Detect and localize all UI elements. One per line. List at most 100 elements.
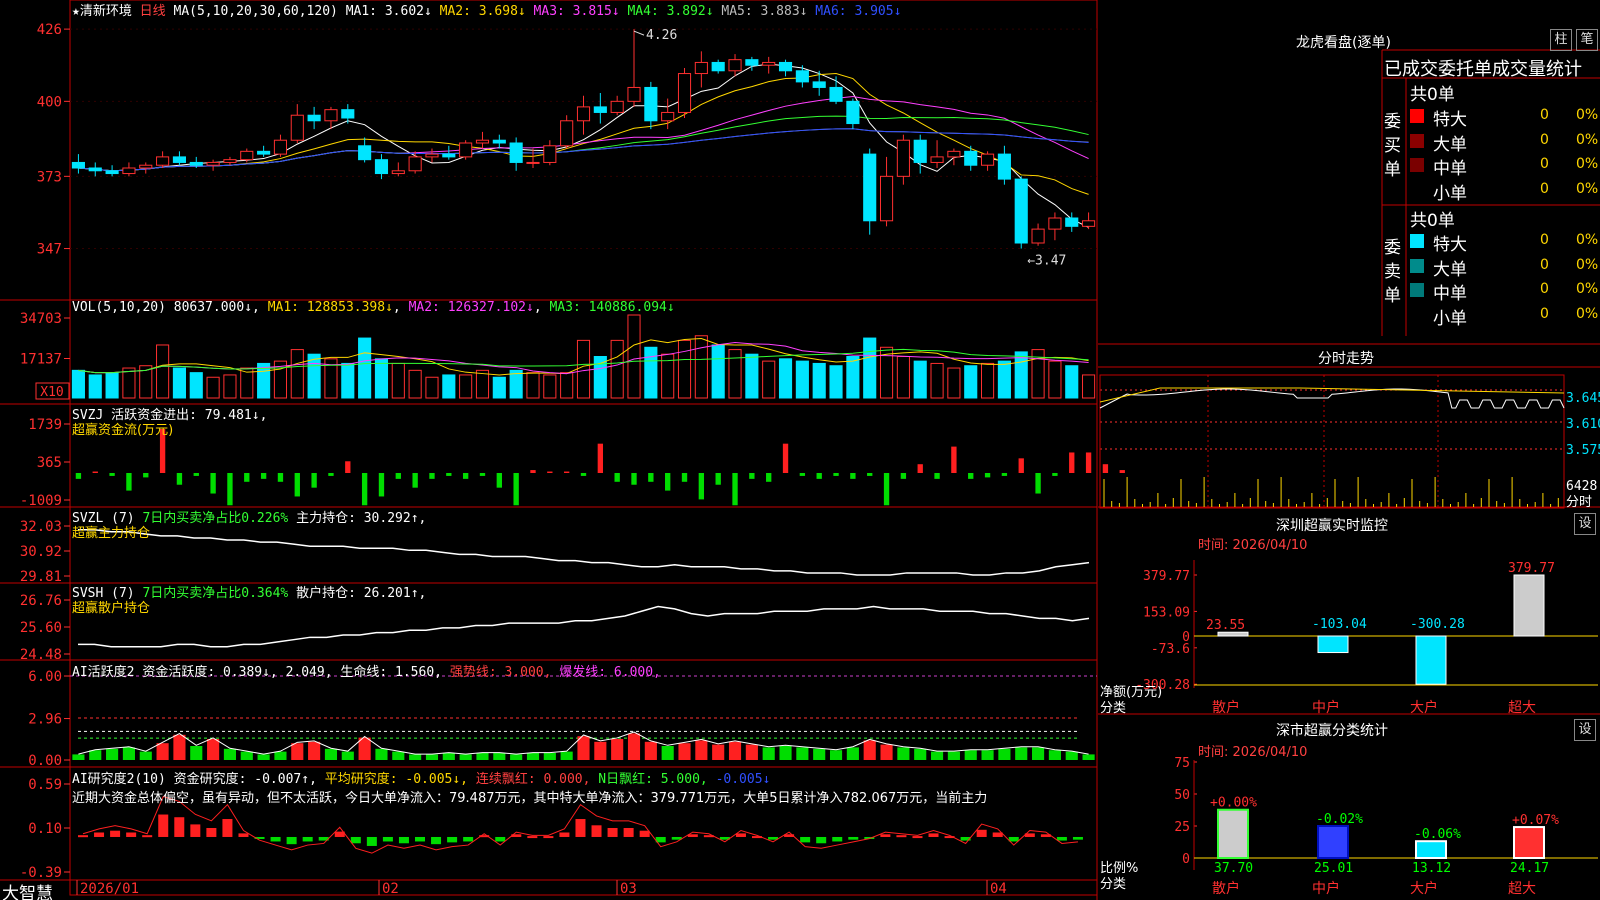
sidebar: 龙虎看盘(逐单) 柱 笔 已成交委托单成交量统计 委买单 共0单 特大 0 0% 大单… — [1098, 0, 1600, 900]
bar-toggle-button[interactable]: 柱 — [1550, 29, 1572, 51]
ai1-bar — [846, 747, 859, 760]
ai1-bar — [981, 750, 994, 760]
ai2-bar — [607, 828, 618, 837]
svzj-axis-label: -1009 — [20, 493, 62, 509]
candle-body — [762, 61, 776, 66]
candle-body — [341, 109, 355, 119]
svzj-bar — [698, 473, 705, 500]
svzj-bar — [715, 473, 721, 485]
svzj-bar — [833, 473, 839, 476]
candle-body — [812, 81, 826, 88]
buy-row-pct: 0% — [1576, 180, 1599, 197]
high-marker-label: 4.26 — [646, 28, 677, 43]
svzj-bar — [260, 473, 267, 479]
ai2-bar — [206, 828, 217, 837]
buy-total: 共0单 — [1410, 85, 1455, 105]
candle-body — [526, 161, 540, 164]
candle-body — [223, 159, 237, 163]
volume-bar — [812, 362, 826, 399]
candle-body — [543, 145, 557, 163]
ai1-bar — [341, 751, 354, 760]
trade-toggle-button[interactable]: 笔 — [1576, 29, 1598, 51]
period-label[interactable]: 日线 — [140, 4, 166, 19]
ai1-bar — [173, 734, 186, 760]
ai2-bar — [286, 836, 297, 845]
svzj-bar — [496, 473, 502, 488]
ai1-bar — [1015, 747, 1028, 760]
svzl-line — [78, 528, 1090, 576]
ai2-bar — [992, 832, 1003, 837]
candle-body — [273, 139, 288, 155]
svsh-desc1: 7日内买卖净占比0.364% — [142, 586, 289, 601]
ai1-header: AI活跃度2 资金活跃度: 0.389↓, 2.049, 生命线: 1.560,… — [72, 661, 661, 680]
ai2-bar — [222, 819, 233, 837]
ai2-bar — [110, 830, 121, 837]
ai1-bar — [89, 750, 102, 760]
ai1-axis-label: 2.96 — [28, 712, 62, 728]
candle-body — [644, 86, 658, 122]
ai1-bar — [947, 751, 960, 760]
ai1-bar — [678, 743, 691, 760]
candle-body — [391, 170, 405, 175]
ai1-bar — [611, 739, 624, 760]
sell-row-label: 小单 — [1433, 308, 1467, 329]
ai1-desc2: 强势线: 3.000, — [449, 665, 552, 680]
candle-body — [829, 86, 843, 102]
ai1-bar — [459, 754, 472, 760]
ai2-bar — [238, 833, 249, 837]
ai2-bar — [382, 836, 393, 842]
candle-body — [172, 156, 186, 163]
ai1-bar — [308, 741, 321, 760]
candle-body — [879, 175, 894, 222]
candle-body — [1065, 217, 1079, 227]
candle-body — [139, 164, 153, 169]
ai2-comment: 近期大资金总体偏空，虽有异动，但不太活跃，今日大单净流入：79.487万元，其中… — [72, 791, 988, 806]
ai2-bar — [431, 836, 442, 845]
volume-bar — [711, 344, 725, 399]
ai2-bar — [896, 835, 907, 838]
volume-bar — [728, 349, 742, 399]
ai2-bar — [639, 830, 650, 837]
stock-name[interactable]: ★清新环境 — [72, 4, 132, 19]
ai1-bar — [425, 754, 439, 760]
price-axis-label: 400 — [37, 94, 62, 110]
ai2-bar — [463, 836, 474, 842]
volume-bar — [88, 374, 102, 399]
svzj-bar — [934, 473, 940, 479]
svzj-bar — [749, 473, 755, 479]
price-header: ★清新环境 日线 MA(5,10,20,30,60,120) MA1: 3.60… — [72, 0, 901, 19]
ai2-desc2: 平均研究度: -0.005↓, — [324, 772, 469, 787]
buy-swatch — [1410, 133, 1424, 148]
ma-value-4: MA4: 3.892↓ — [619, 4, 714, 19]
candle-body — [1014, 178, 1028, 244]
ma-value-2: MA2: 3.698↓ — [431, 4, 526, 19]
ai1-bar — [1065, 751, 1078, 760]
volume-bar — [677, 339, 692, 399]
ai2-axis-label: 0.10 — [28, 821, 62, 837]
sz-class-settings-button[interactable]: 设 — [1574, 719, 1596, 741]
ai2-bar — [302, 836, 313, 842]
candle-body — [71, 161, 85, 169]
candle-body — [189, 161, 203, 166]
ai1-bar — [240, 751, 253, 760]
volume-bar — [442, 374, 456, 399]
svzj-bar — [210, 473, 216, 494]
ai1-axis-label: 0.00 — [28, 753, 62, 769]
ai2-bar — [1072, 836, 1083, 840]
svzj-bar — [109, 473, 115, 476]
svzj-bar — [917, 464, 923, 473]
candle-body — [1048, 217, 1062, 230]
ai2-bar — [591, 825, 602, 837]
svzj-bar — [311, 473, 317, 488]
ai2-bar — [174, 817, 185, 837]
candle-body — [459, 142, 473, 158]
sz-monitor-settings-button[interactable]: 设 — [1574, 513, 1596, 535]
ai1-bar — [510, 754, 523, 760]
svzj-bar — [126, 473, 132, 491]
volume-bar — [576, 339, 591, 399]
ai2-bar — [94, 832, 105, 837]
sell-swatch — [1410, 307, 1424, 322]
ai2-bar — [832, 836, 843, 842]
sell-row-count: 0 — [1540, 305, 1549, 322]
candle-body — [105, 170, 119, 175]
